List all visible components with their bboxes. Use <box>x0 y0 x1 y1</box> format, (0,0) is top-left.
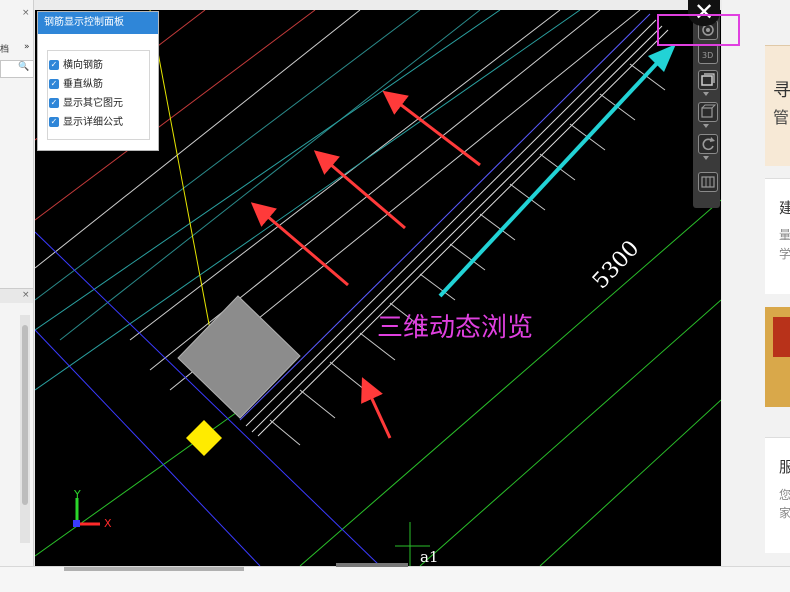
bottom-strip <box>0 566 790 592</box>
svg-text:3D: 3D <box>702 51 713 60</box>
column-block <box>177 295 301 419</box>
rebar-ticks <box>269 63 666 446</box>
tab-overflow-icon[interactable]: » <box>24 42 30 52</box>
right-side-strip: 寻 管 建 量 学 服 您 家 <box>722 0 790 591</box>
panel-title: 钢筋显示控制面板 <box>38 12 158 34</box>
rotate-icon[interactable] <box>698 134 718 154</box>
card3-title: 服 <box>779 458 790 476</box>
grid-panel-icon[interactable] <box>698 172 718 192</box>
promo-banner[interactable] <box>765 307 790 407</box>
lower-panel-header: × <box>0 288 33 303</box>
checkbox-checked-icon[interactable]: ✓ <box>49 79 59 89</box>
3d-view-icon[interactable]: 3D <box>698 44 718 64</box>
red-arrows <box>250 90 481 439</box>
option-label: 垂直纵筋 <box>63 79 103 90</box>
box-view-icon[interactable] <box>698 70 718 90</box>
search-icon: 🔍 <box>18 62 30 72</box>
checkbox-checked-icon[interactable]: ✓ <box>49 117 59 127</box>
yellow-marker <box>186 420 222 456</box>
side-card-2[interactable]: 建 量 学 <box>765 178 790 294</box>
option-vertical-rebar[interactable]: ✓ 垂直纵筋 <box>49 77 103 93</box>
left-side-panel: × 档 » 🔍 × <box>0 0 34 591</box>
card2-line1: 量 <box>779 228 790 242</box>
lower-panel-close-icon[interactable]: × <box>22 290 30 300</box>
scrollbar-thumb[interactable] <box>22 325 28 505</box>
checkbox-checked-icon[interactable]: ✓ <box>49 60 59 70</box>
ad-card-1[interactable]: 寻 管 <box>765 45 790 166</box>
panel-tab-label[interactable]: 档 <box>0 42 9 55</box>
option-show-other-elements[interactable]: ✓ 显示其它图元 <box>49 96 123 112</box>
ad-text-1: 寻 <box>773 80 790 101</box>
promo-graphic <box>773 317 790 357</box>
search-input[interactable]: 🔍 <box>0 60 34 78</box>
highlight-box <box>657 14 740 46</box>
caret-down-icon[interactable] <box>703 156 709 160</box>
card2-title: 建 <box>779 199 790 217</box>
rebar-display-control-panel: 钢筋显示控制面板 ✓ 横向钢筋 ✓ 垂直纵筋 ✓ 显示其它图元 ✓ 显示详细公式 <box>37 11 159 151</box>
cyan-arrow <box>438 44 676 298</box>
option-label: 横向钢筋 <box>63 60 103 71</box>
axis-y-label: Y <box>74 488 81 501</box>
cube-outline-icon[interactable] <box>698 102 718 122</box>
card3-line1: 您 <box>779 488 790 502</box>
checkbox-checked-icon[interactable]: ✓ <box>49 98 59 108</box>
caret-down-icon[interactable] <box>703 124 709 128</box>
card3-line2: 家 <box>779 506 790 520</box>
option-label: 显示其它图元 <box>63 98 123 109</box>
option-show-detailed-formula[interactable]: ✓ 显示详细公式 <box>49 115 123 131</box>
viewport-scrollbar[interactable] <box>336 563 408 567</box>
axis-x-label: X <box>104 517 112 530</box>
option-horizontal-rebar[interactable]: ✓ 横向钢筋 <box>49 58 103 74</box>
ad-text-2: 管 <box>773 108 790 127</box>
bottom-tab-shadow <box>64 567 244 571</box>
panel-close-icon[interactable]: × <box>22 8 30 18</box>
side-card-3[interactable]: 服 您 家 <box>765 437 790 553</box>
option-label: 显示详细公式 <box>63 117 123 128</box>
card2-line2: 学 <box>779 247 790 261</box>
annotation-3d-browse: 三维动态浏览 <box>377 313 534 343</box>
caret-down-icon[interactable] <box>703 92 709 96</box>
lower-panel-scrollbar[interactable] <box>20 315 30 543</box>
axis-name-label: a1 <box>420 548 439 566</box>
